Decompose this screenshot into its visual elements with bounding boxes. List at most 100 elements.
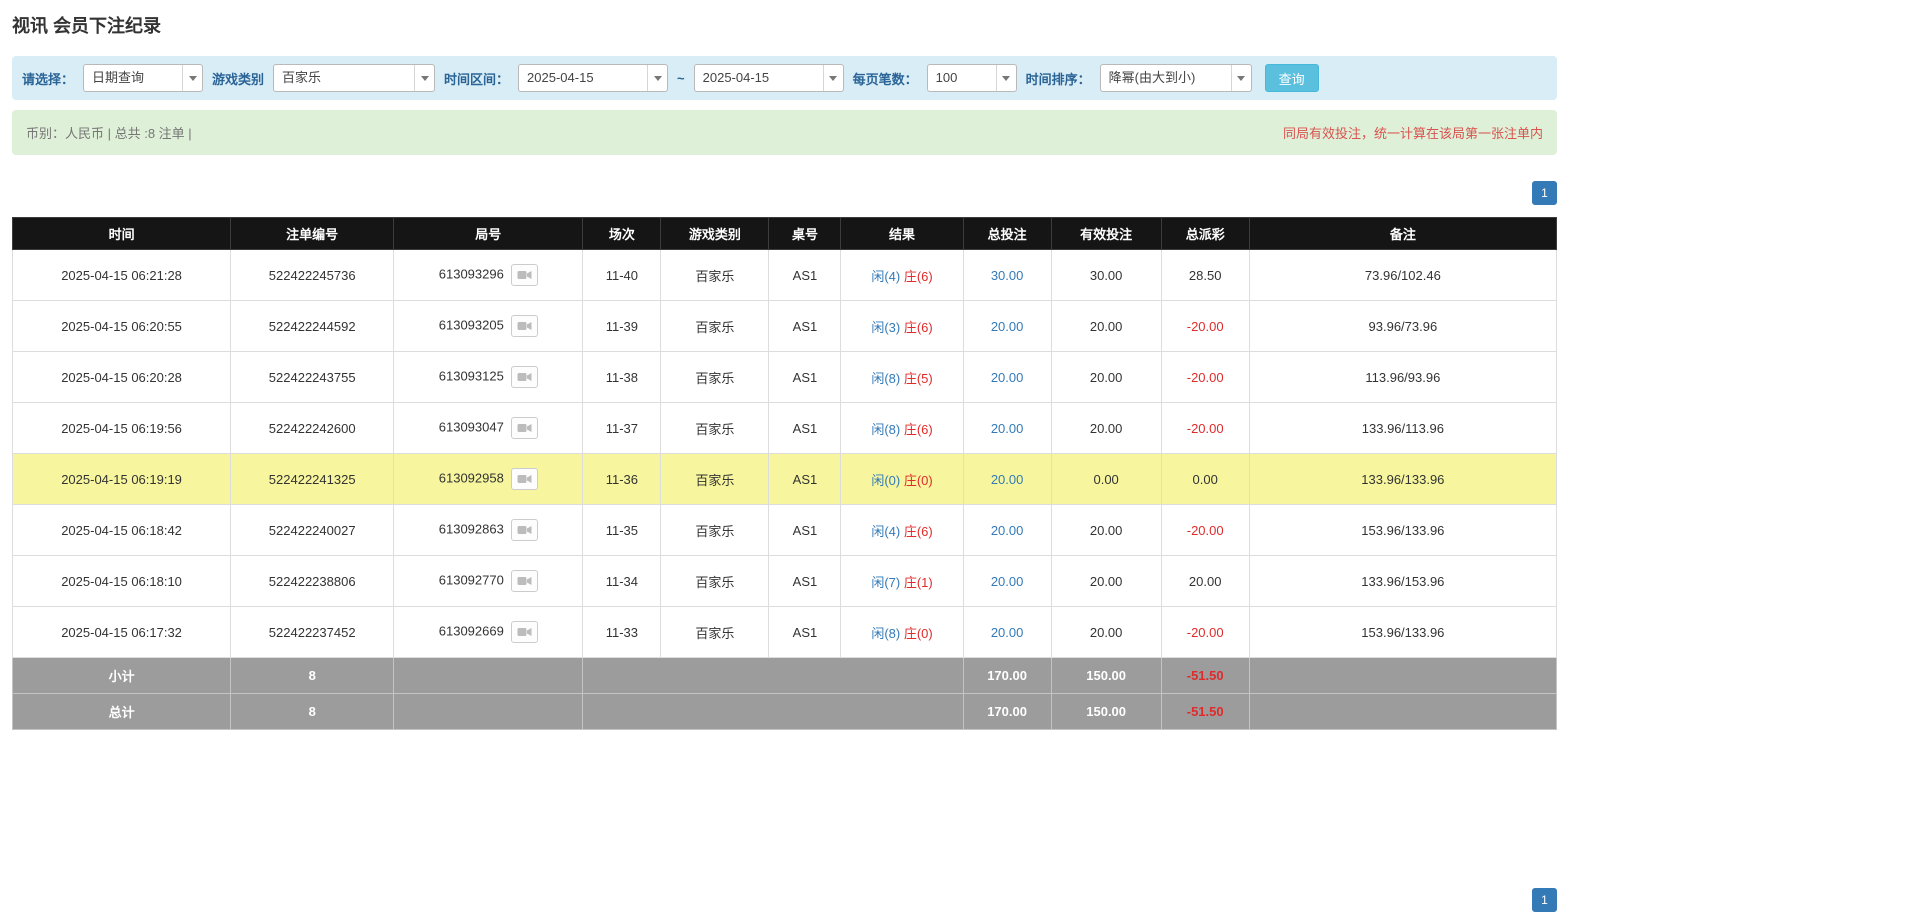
result-cell: 闲(4) 庄(6) [841,250,963,301]
date-from-select[interactable]: 2025-04-15 [518,64,668,92]
replay-video-button[interactable] [511,315,538,337]
column-header-session: 场次 [583,218,661,250]
table-no-cell: AS1 [769,301,841,352]
valid-bet-cell: 0.00 [1051,454,1161,505]
table-row: 2025-04-15 06:18:42 522422240027 6130928… [13,505,1557,556]
table-row: 2025-04-15 06:21:28 522422245736 6130932… [13,250,1557,301]
valid-bet-cell: 20.00 [1051,301,1161,352]
replay-video-button[interactable] [511,519,538,541]
total-bet-link[interactable]: 20.00 [991,319,1024,334]
table-no-cell: AS1 [769,454,841,505]
replay-video-button[interactable] [511,417,538,439]
replay-video-button[interactable] [511,570,538,592]
total-bet-cell: 20.00 [963,505,1051,556]
round-id-value: 613092958 [439,470,504,485]
time-cell: 2025-04-15 06:19:56 [13,403,231,454]
footer-empty-cell [1249,658,1556,694]
total-bet-link[interactable]: 20.00 [991,421,1024,436]
summary-currency-count: 币别：人民币 | 总共 :8 注单 | [26,123,192,142]
replay-video-button[interactable] [511,366,538,388]
caret-down-icon [647,65,667,91]
caret-down-icon [1231,65,1251,91]
round-id-cell: 613092863 [394,505,583,556]
column-header-total-bet: 总投注 [963,218,1051,250]
page-1-button[interactable]: 1 [1532,181,1557,205]
total-bet-cell: 20.00 [963,454,1051,505]
game-type-select[interactable]: 百家乐 [273,64,435,92]
footer-empty-cell [394,658,583,694]
total-bet-link[interactable]: 30.00 [991,268,1024,283]
player-result: 闲(7) [871,575,900,590]
result-cell: 闲(3) 庄(6) [841,301,963,352]
summary-bar: 币别：人民币 | 总共 :8 注单 | 同局有效投注，统一计算在该局第一张注单内 [12,110,1557,155]
footer-count-cell: 8 [231,658,394,694]
total-bet-link[interactable]: 20.00 [991,370,1024,385]
round-id-value: 613093205 [439,317,504,332]
time-range-label: 时间区间： [444,69,509,88]
filter-bar: 请选择： 日期查询 游戏类别 百家乐 时间区间： 2025-04-15 ~ 20… [12,56,1557,100]
table-no-cell: AS1 [769,556,841,607]
bet-id-cell: 522422240027 [231,505,394,556]
replay-video-button[interactable] [511,621,538,643]
caret-down-icon [823,65,843,91]
player-result: 闲(4) [871,269,900,284]
note-cell: 93.96/73.96 [1249,301,1556,352]
game-type-cell: 百家乐 [661,607,769,658]
query-type-select[interactable]: 日期查询 [83,64,203,92]
table-row: 2025-04-15 06:17:32 522422237452 6130926… [13,607,1557,658]
valid-bet-cell: 20.00 [1051,556,1161,607]
table-no-cell: AS1 [769,505,841,556]
game-type-value: 百家乐 [274,65,414,91]
table-row: 2025-04-15 06:20:55 522422244592 6130932… [13,301,1557,352]
footer-count-cell: 8 [231,694,394,730]
video-camera-icon [517,422,532,434]
footer-empty-cell [583,694,963,730]
time-cell: 2025-04-15 06:17:32 [13,607,231,658]
replay-video-button[interactable] [511,468,538,490]
total-bet-link[interactable]: 20.00 [991,472,1024,487]
game-type-cell: 百家乐 [661,301,769,352]
round-id-value: 613092669 [439,623,504,638]
round-id-cell: 613093125 [394,352,583,403]
time-sort-value: 降幂(由大到小) [1101,65,1231,91]
result-cell: 闲(8) 庄(5) [841,352,963,403]
total-bet-link[interactable]: 20.00 [991,574,1024,589]
round-id-cell: 613092958 [394,454,583,505]
round-id-cell: 613092669 [394,607,583,658]
pagination-bottom: 1 [12,888,1557,916]
footer-valid-bet-cell: 150.00 [1051,694,1161,730]
total-bet-link[interactable]: 20.00 [991,625,1024,640]
time-cell: 2025-04-15 06:20:28 [13,352,231,403]
page-size-label: 每页笔数： [853,69,918,88]
time-cell: 2025-04-15 06:21:28 [13,250,231,301]
page-title: 视讯 会员下注纪录 [12,12,1557,38]
player-result: 闲(8) [871,371,900,386]
date-to-select[interactable]: 2025-04-15 [694,64,844,92]
bet-records-table: 时间 注单编号 局号 场次 游戏类别 桌号 结果 总投注 有效投注 总派彩 备注… [12,217,1557,730]
note-cell: 133.96/153.96 [1249,556,1556,607]
footer-empty-cell [394,694,583,730]
pagination-top: 1 [12,181,1557,205]
game-type-cell: 百家乐 [661,505,769,556]
page-size-select[interactable]: 100 [927,64,1017,92]
video-camera-icon [517,320,532,332]
search-button[interactable]: 查询 [1265,64,1319,92]
player-result: 闲(8) [871,422,900,437]
valid-bet-cell: 20.00 [1051,352,1161,403]
column-header-payout: 总派彩 [1161,218,1249,250]
caret-down-icon [996,65,1016,91]
bet-id-cell: 522422244592 [231,301,394,352]
note-cell: 153.96/133.96 [1249,607,1556,658]
time-sort-select[interactable]: 降幂(由大到小) [1100,64,1252,92]
total-bet-link[interactable]: 20.00 [991,523,1024,538]
banker-result: 庄(0) [904,626,933,641]
replay-video-button[interactable] [511,264,538,286]
page-1-button[interactable]: 1 [1532,888,1557,912]
player-result: 闲(0) [871,473,900,488]
video-camera-icon [517,473,532,485]
video-camera-icon [517,371,532,383]
time-sort-label: 时间排序： [1026,69,1091,88]
footer-empty-cell [1249,694,1556,730]
banker-result: 庄(0) [904,473,933,488]
table-no-cell: AS1 [769,403,841,454]
